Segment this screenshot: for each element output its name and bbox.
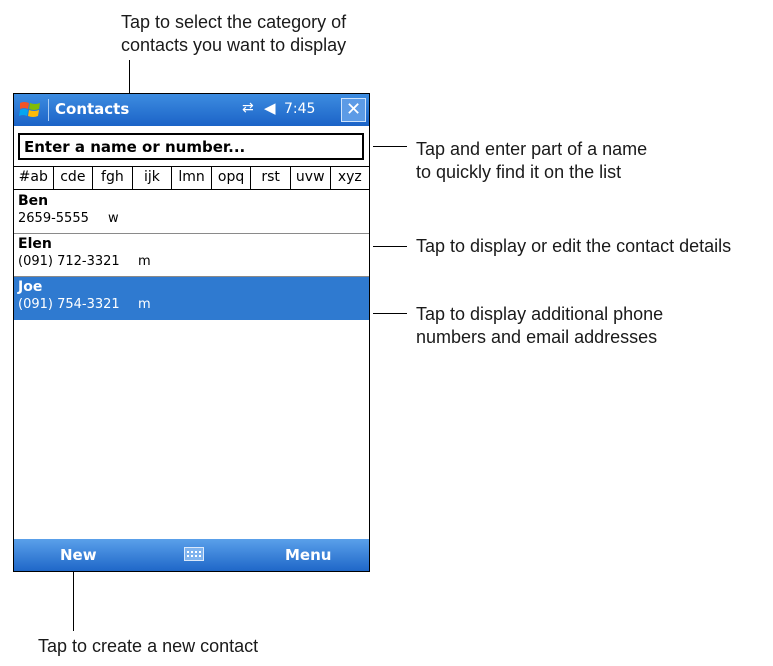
callout-details: Tap to display or edit the contact detai… [416,235,731,258]
leader-details [373,246,407,247]
callout-phones-line1: Tap to display additional phone [416,304,664,324]
app-title: Contacts [55,100,130,118]
alphabet-tabs: #ab cde fgh ijk lmn opq rst uvw xyz [14,166,369,190]
tab-cde[interactable]: cde [54,167,94,189]
tab-rst[interactable]: rst [251,167,291,189]
menu-bar: New Menu [14,539,369,571]
windows-start-icon[interactable] [18,98,44,122]
callout-find-line1: Tap and enter part of a name [416,139,648,159]
title-separator [48,99,49,121]
tab-fgh[interactable]: fgh [93,167,133,189]
contact-row[interactable]: Elen (091) 712-3321 m [14,234,369,277]
pocketpc-screen: Contacts ⇄ ◀ 7:45 ✕ Enter a name or numb… [13,93,370,572]
callout-new: Tap to create a new contact [38,635,258,658]
callout-phones: Tap to display additional phone numbers … [416,303,663,349]
tab-uvw[interactable]: uvw [291,167,331,189]
tab-ijk[interactable]: ijk [133,167,173,189]
keyboard-icon[interactable] [184,547,204,561]
callout-find-line2: to quickly find it on the list [416,162,622,182]
speaker-icon[interactable]: ◀ [264,99,276,117]
leader-category [129,60,130,93]
contact-row-selected[interactable]: Joe (091) 754-3321 m [14,277,369,320]
connectivity-icon[interactable]: ⇄ [242,100,254,116]
contact-phone: (091) 754-3321 [18,297,120,312]
contact-phone-type: w [108,211,119,226]
tab-xyz[interactable]: xyz [331,167,370,189]
tab-lmn[interactable]: lmn [172,167,212,189]
callout-category-line2: contacts you want to display [121,35,347,55]
close-button[interactable]: ✕ [341,98,366,122]
callout-find: Tap and enter part of a name to quickly … [416,138,647,184]
callout-details-line1: Tap to display or edit the contact detai… [416,236,732,256]
callout-category-line1: Tap to select the category of [121,12,347,32]
contact-name: Elen [18,236,52,252]
leader-phones [373,313,407,314]
menu-button[interactable]: Menu [285,546,331,564]
contact-phone: (091) 712-3321 [18,254,120,269]
tab-ab[interactable]: #ab [14,167,54,189]
callout-new-line1: Tap to create a new contact [38,636,259,656]
leader-new [73,571,74,631]
callout-category: Tap to select the category of contacts y… [121,11,346,57]
contact-row[interactable]: Ben 2659-5555 w [14,191,369,234]
search-input[interactable]: Enter a name or number... [18,133,364,160]
leader-find [373,146,407,147]
contact-phone-type: m [138,297,151,312]
contact-phone: 2659-5555 [18,211,89,226]
callout-phones-line2: numbers and email addresses [416,327,658,347]
contact-phone-type: m [138,254,151,269]
tab-opq[interactable]: opq [212,167,252,189]
close-icon: ✕ [345,99,362,120]
new-button[interactable]: New [60,546,97,564]
title-bar: Contacts ⇄ ◀ 7:45 ✕ [14,94,369,126]
contact-name: Joe [18,279,43,295]
clock[interactable]: 7:45 [284,101,315,117]
contact-name: Ben [18,193,49,209]
